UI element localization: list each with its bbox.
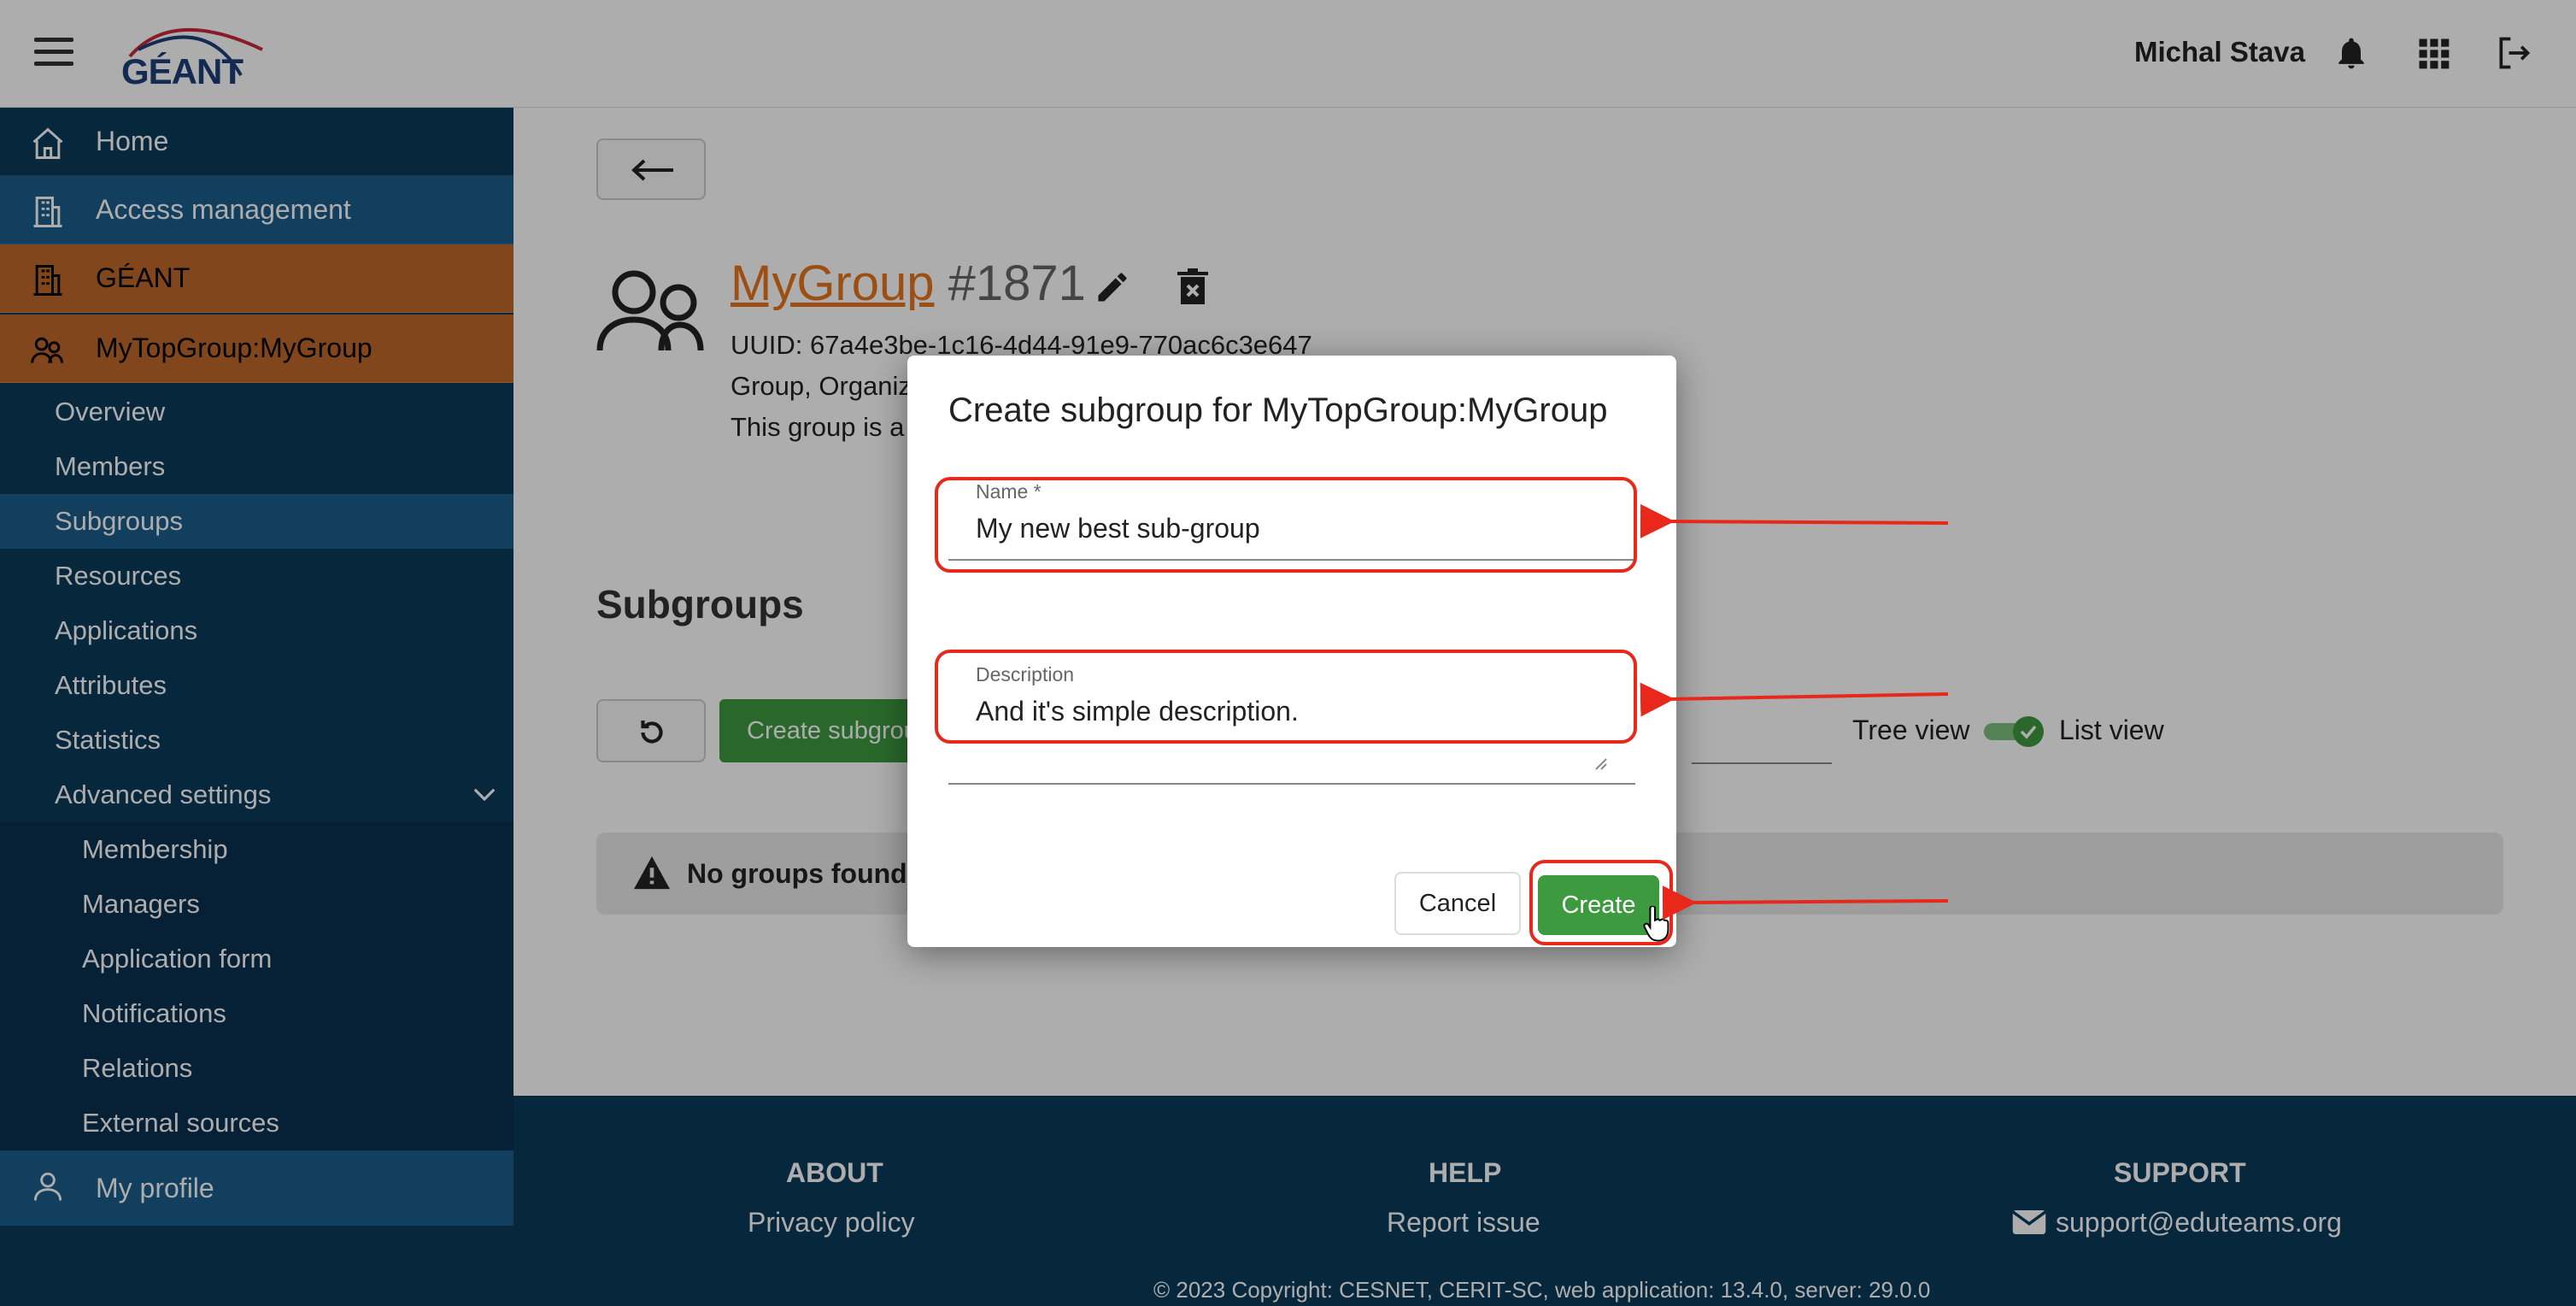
description-field-underline [948, 783, 1635, 785]
dialog-title: Create subgroup for MyTopGroup:MyGroup [948, 391, 1608, 429]
description-field-highlight [935, 650, 1637, 744]
name-field-highlight [935, 477, 1637, 573]
cancel-button[interactable]: Cancel [1394, 872, 1521, 935]
resize-handle-icon[interactable] [1591, 754, 1608, 771]
create-button-highlight [1529, 860, 1673, 945]
